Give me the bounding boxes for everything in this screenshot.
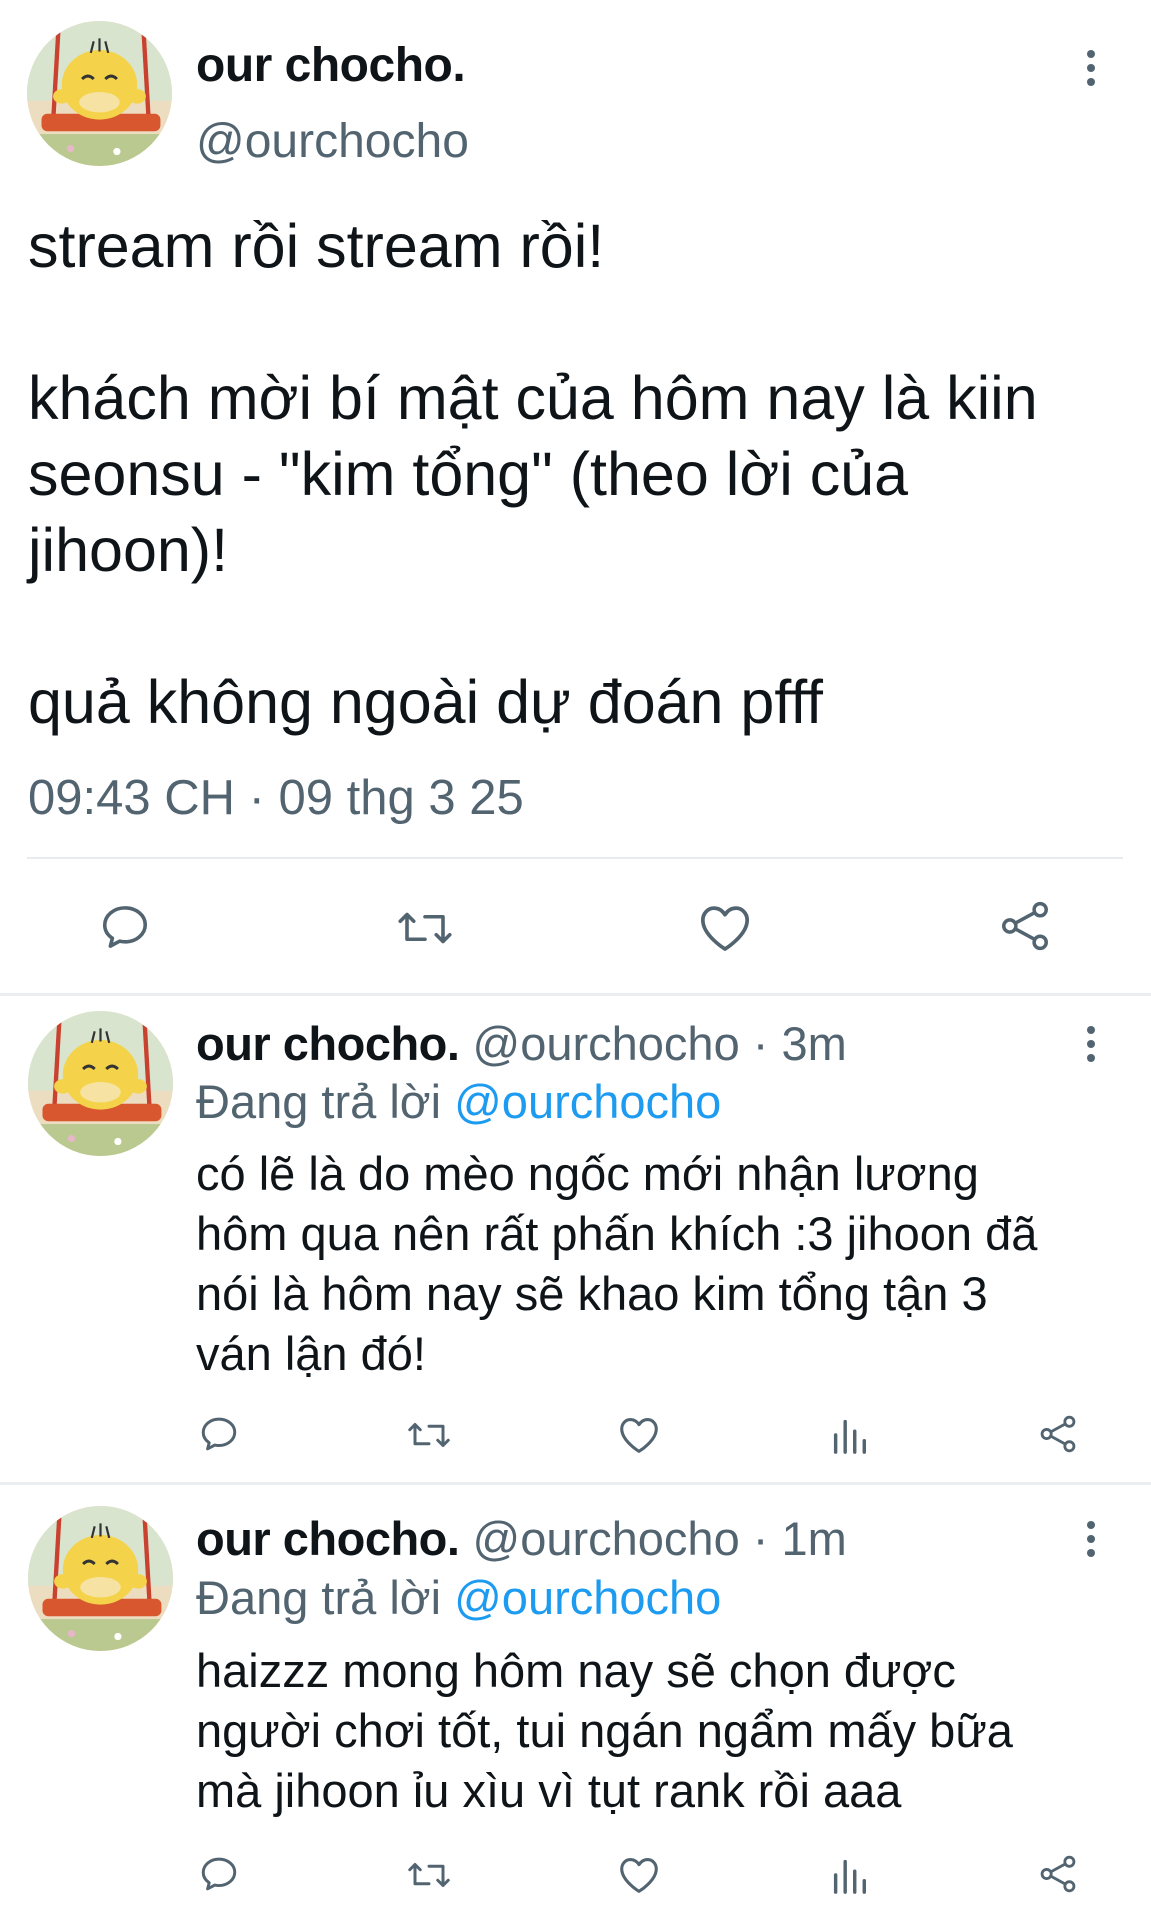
avatar[interactable]	[28, 1506, 173, 1651]
display-name[interactable]: our chocho.	[196, 38, 466, 93]
more-options-icon[interactable]	[1083, 1026, 1099, 1066]
share-icon[interactable]	[1037, 1853, 1079, 1895]
user-handle[interactable]: @ourchocho · 1m	[473, 1512, 847, 1565]
retweet-icon[interactable]	[405, 1854, 453, 1896]
tweet-text-line: stream rồi stream rồi!	[28, 212, 605, 280]
tweet-text-line: khách mời bí mật của hôm nay là kiin	[28, 364, 1038, 432]
views-icon[interactable]	[829, 1414, 869, 1456]
reply-icon[interactable]	[198, 1413, 240, 1455]
like-icon[interactable]	[697, 902, 753, 954]
tweet-text: có lẽ là do mèo ngốc mới nhận lương hôm …	[196, 1144, 1126, 1384]
reply-header: our chocho. @ourchocho · 3m	[196, 1016, 847, 1071]
avatar-image	[27, 21, 172, 166]
tweet-text: haizzz mong hôm nay sẽ chọn được người c…	[196, 1641, 1126, 1821]
avatar[interactable]	[28, 1011, 173, 1156]
tweet-timestamp[interactable]: 09:43 CH · 09 thg 3 25	[28, 770, 524, 826]
avatar-image	[28, 1506, 173, 1651]
reply-header: our chocho. @ourchocho · 1m	[196, 1511, 847, 1566]
replying-to: Đang trả lời @ourchocho	[196, 1074, 721, 1129]
tweet-text-line: seonsu - "kim tổng" (theo lời của	[28, 440, 909, 508]
replying-label: Đang trả lời	[196, 1075, 442, 1128]
reply-icon[interactable]	[198, 1853, 240, 1895]
tweet-text-line: haizzz mong hôm nay sẽ chọn được	[196, 1644, 956, 1697]
retweet-icon[interactable]	[405, 1414, 453, 1456]
tweet-text-line: nói là hôm nay sẽ khao kim tổng tận 3	[196, 1267, 988, 1320]
more-options-icon[interactable]	[1083, 1521, 1099, 1561]
avatar[interactable]	[27, 21, 172, 166]
retweet-icon[interactable]	[395, 901, 455, 955]
user-handle[interactable]: @ourchocho · 3m	[473, 1017, 847, 1070]
tweet-text-line: người chơi tốt, tui ngán ngẩm mấy bữa	[196, 1704, 1013, 1757]
tweet-text-line: hôm qua nên rất phấn khích :3 jihoon đã	[196, 1207, 1038, 1260]
replying-to: Đang trả lời @ourchocho	[196, 1570, 721, 1625]
tweet-text: stream rồi stream rồi! khách mời bí mật …	[28, 208, 1128, 740]
tweet-text-line: quả không ngoài dự đoán pfff	[28, 668, 823, 736]
share-icon[interactable]	[1037, 1413, 1079, 1455]
display-name[interactable]: our chocho.	[196, 1017, 460, 1070]
tweet-text-line: ván lận đó!	[196, 1327, 426, 1380]
reply-tweet: our chocho. @ourchocho · 1m Đang trả lời…	[0, 1485, 1151, 1920]
display-name[interactable]: our chocho.	[196, 1512, 460, 1565]
tweet-text-line: jihoon)!	[28, 516, 229, 584]
tweet-text-line: mà jihoon ỉu xìu vì tụt rank rồi aaa	[196, 1764, 902, 1817]
mention-link[interactable]: @ourchocho	[454, 1571, 721, 1624]
divider	[27, 857, 1123, 859]
reply-tweet: our chocho. @ourchocho · 3m Đang trả lời…	[0, 996, 1151, 1480]
main-tweet: our chocho. @ourchocho stream rồi stream…	[0, 0, 1151, 994]
mention-link[interactable]: @ourchocho	[454, 1075, 721, 1128]
reply-icon[interactable]	[98, 900, 152, 954]
share-icon[interactable]	[997, 898, 1053, 954]
views-icon[interactable]	[829, 1854, 869, 1896]
like-icon[interactable]	[617, 1855, 661, 1895]
more-options-icon[interactable]	[1083, 50, 1099, 90]
avatar-image	[28, 1011, 173, 1156]
like-icon[interactable]	[617, 1415, 661, 1455]
tweet-text-line: có lẽ là do mèo ngốc mới nhận lương	[196, 1147, 979, 1200]
user-handle[interactable]: @ourchocho	[196, 114, 469, 169]
replying-label: Đang trả lời	[196, 1571, 442, 1624]
